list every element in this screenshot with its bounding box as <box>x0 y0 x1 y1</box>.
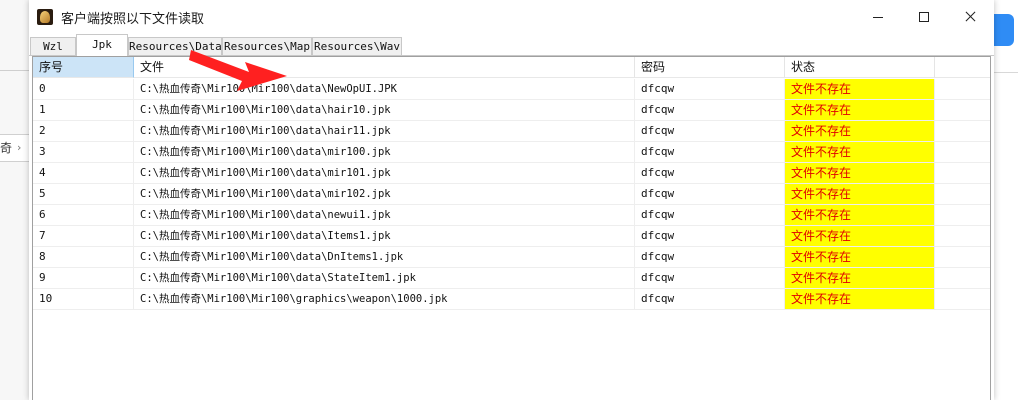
cell-index: 0 <box>33 79 134 100</box>
title-bar[interactable]: 客户端按照以下文件读取 <box>29 0 994 34</box>
column-header-password[interactable]: 密码 <box>635 57 785 78</box>
cell-index: 10 <box>33 289 134 310</box>
table-row[interactable]: 3 C:\热血传奇\Mir100\Mir100\data\mir100.jpk df… <box>33 142 990 163</box>
cell-filler <box>935 142 990 163</box>
cell-password: dfcqw <box>635 100 785 121</box>
cell-file: C:\热血传奇\Mir100\Mir100\data\hair10.jpk <box>134 100 635 121</box>
cell-password: dfcqw <box>635 79 785 100</box>
cell-file: C:\热血传奇\Mir100\Mir100\data\StateItem1.jp… <box>134 268 635 289</box>
column-header-filler <box>935 57 990 78</box>
background-window-left: 奇 › <box>0 0 30 400</box>
cell-filler <box>935 268 990 289</box>
cell-password: dfcqw <box>635 268 785 289</box>
cell-filler <box>935 289 990 310</box>
maximize-icon[interactable] <box>901 0 947 34</box>
cell-file: C:\热血传奇\Mir100\Mir100\data\mir102.jpk <box>134 184 635 205</box>
cell-index: 9 <box>33 268 134 289</box>
cell-filler <box>935 121 990 142</box>
background-accent-tab <box>994 14 1014 46</box>
table-row[interactable]: 10 C:\热血传奇\Mir100\Mir100\graphics\weapon\… <box>33 289 990 310</box>
cell-filler <box>935 226 990 247</box>
red-arrow-icon <box>189 50 287 91</box>
cell-index: 7 <box>33 226 134 247</box>
minimize-icon[interactable] <box>855 0 901 34</box>
tab-resources-wav[interactable]: Resources\Wav <box>312 37 402 55</box>
table-row[interactable]: 6 C:\热血传奇\Mir100\Mir100\data\newui1.jpk df… <box>33 205 990 226</box>
cell-status: 文件不存在 <box>785 184 935 205</box>
cell-filler <box>935 100 990 121</box>
table-row[interactable]: 7 C:\热血传奇\Mir100\Mir100\data\Items1.jpk df… <box>33 226 990 247</box>
background-list-item: 奇 › <box>0 134 30 162</box>
cell-status: 文件不存在 <box>785 205 935 226</box>
cell-status: 文件不存在 <box>785 100 935 121</box>
table-row[interactable]: 0 C:\热血传奇\Mir100\Mir100\data\NewOpUI.JPK d… <box>33 79 990 100</box>
cell-filler <box>935 184 990 205</box>
cell-status: 文件不存在 <box>785 163 935 184</box>
cell-index: 4 <box>33 163 134 184</box>
cell-index: 2 <box>33 121 134 142</box>
cell-file: C:\热血传奇\Mir100\Mir100\data\Items1.jpk <box>134 226 635 247</box>
table-row[interactable]: 2 C:\热血传奇\Mir100\Mir100\data\hair11.jpk df… <box>33 121 990 142</box>
column-header-index[interactable]: 序号 <box>33 57 134 78</box>
table-row[interactable]: 4 C:\热血传奇\Mir100\Mir100\data\mir101.jpk df… <box>33 163 990 184</box>
cell-index: 6 <box>33 205 134 226</box>
table-row[interactable]: 8 C:\热血传奇\Mir100\Mir100\data\DnItems1.jpk… <box>33 247 990 268</box>
cell-password: dfcqw <box>635 163 785 184</box>
background-divider <box>0 70 30 71</box>
window-title: 客户端按照以下文件读取 <box>61 12 205 27</box>
cell-password: dfcqw <box>635 205 785 226</box>
cell-file: C:\热血传奇\Mir100\Mir100\data\mir101.jpk <box>134 163 635 184</box>
table-row[interactable]: 1 C:\热血传奇\Mir100\Mir100\data\hair10.jpk df… <box>33 100 990 121</box>
cell-password: dfcqw <box>635 289 785 310</box>
chevron-right-icon: › <box>17 141 22 154</box>
background-window-right <box>994 0 1018 400</box>
cell-status: 文件不存在 <box>785 226 935 247</box>
cell-filler <box>935 205 990 226</box>
cell-password: dfcqw <box>635 184 785 205</box>
game-app-icon <box>37 9 53 25</box>
cell-file: C:\热血传奇\Mir100\Mir100\data\mir100.jpk <box>134 142 635 163</box>
cell-password: dfcqw <box>635 121 785 142</box>
cell-file: C:\热血传奇\Mir100\Mir100\data\DnItems1.jpk <box>134 247 635 268</box>
cell-status: 文件不存在 <box>785 268 935 289</box>
cell-index: 8 <box>33 247 134 268</box>
cell-status: 文件不存在 <box>785 79 935 100</box>
cell-password: dfcqw <box>635 226 785 247</box>
table-row[interactable]: 9 C:\热血传奇\Mir100\Mir100\data\StateItem1.j… <box>33 268 990 289</box>
main-window: 客户端按照以下文件读取 Wzl Jpk Resources\Data Resou… <box>29 0 994 400</box>
cell-password: dfcqw <box>635 142 785 163</box>
cell-status: 文件不存在 <box>785 289 935 310</box>
tab-wzl[interactable]: Wzl <box>30 37 76 55</box>
cell-status: 文件不存在 <box>785 142 935 163</box>
close-icon[interactable] <box>947 0 993 34</box>
cell-file: C:\热血传奇\Mir100\Mir100\data\newui1.jpk <box>134 205 635 226</box>
cell-password: dfcqw <box>635 247 785 268</box>
cell-file: C:\热血传奇\Mir100\Mir100\graphics\weapon\10… <box>134 289 635 310</box>
background-divider <box>994 72 1018 73</box>
cell-status: 文件不存在 <box>785 121 935 142</box>
table-row[interactable]: 5 C:\热血传奇\Mir100\Mir100\data\mir102.jpk df… <box>33 184 990 205</box>
cell-filler <box>935 79 990 100</box>
cell-filler <box>935 247 990 268</box>
cell-index: 5 <box>33 184 134 205</box>
background-list-item-text: 奇 <box>0 141 13 155</box>
file-list-table[interactable]: 序号 文件 密码 状态 0 C:\热血传奇\Mir100\Mir100\data\… <box>32 56 991 400</box>
column-header-status[interactable]: 状态 <box>785 57 935 78</box>
cell-index: 3 <box>33 142 134 163</box>
cell-index: 1 <box>33 100 134 121</box>
cell-file: C:\热血传奇\Mir100\Mir100\data\hair11.jpk <box>134 121 635 142</box>
cell-filler <box>935 163 990 184</box>
cell-status: 文件不存在 <box>785 247 935 268</box>
tab-jpk[interactable]: Jpk <box>76 34 128 56</box>
tab-strip: Wzl Jpk Resources\Data Resources\Map Res… <box>29 34 994 56</box>
